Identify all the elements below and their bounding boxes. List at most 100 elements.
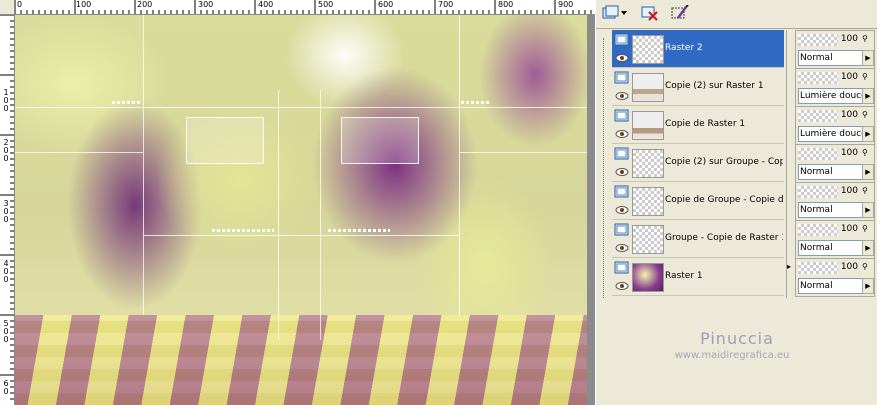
layer-properties: 100 ⚲ Normal ▶ [795, 144, 875, 183]
lock-icon[interactable]: ⚲ [862, 148, 868, 157]
opacity-slider[interactable] [798, 72, 838, 84]
frame-box-left [186, 117, 264, 164]
layer-thumbnail [632, 149, 664, 178]
blend-mode-dropdown-icon[interactable]: ▶ [862, 202, 874, 218]
ruler-top-label: 600 [378, 0, 394, 9]
layer-raster-icon [614, 223, 629, 252]
ruler-left-label: 100 [3, 88, 9, 113]
artwork-image[interactable] [15, 15, 587, 405]
blend-mode-dropdown-icon[interactable]: ▶ [862, 88, 874, 104]
layer-row[interactable]: Copie de Raster 1 [612, 106, 784, 144]
layer-thumbnail [632, 187, 664, 216]
layer-visibility-toggle[interactable] [614, 109, 630, 141]
opacity-slider[interactable] [798, 262, 838, 274]
new-layer-button[interactable] [600, 4, 630, 24]
layer-properties: 100 ⚲ Lumière douce ▶ [795, 106, 875, 145]
blend-mode-dropdown-icon[interactable]: ▶ [862, 240, 874, 256]
frame-line [15, 152, 143, 153]
layer-row[interactable]: Raster 2 [612, 30, 784, 68]
artwork-floor [15, 315, 587, 405]
layer-visibility-toggle[interactable] [614, 185, 630, 217]
layer-name: Copie de Groupe - Copie de [665, 195, 783, 205]
frame-line [143, 235, 459, 236]
lock-icon[interactable]: ⚲ [862, 72, 868, 81]
watermark-url: www.maidiregrafica.eu [674, 350, 790, 361]
layer-raster-icon [614, 33, 629, 62]
ruler-left-label: 300 [3, 199, 9, 224]
ruler-top-label: 400 [258, 0, 274, 9]
layer-thumbnail [632, 73, 664, 102]
layer-visibility-toggle[interactable] [614, 71, 630, 103]
blend-mode-select[interactable]: Normal [798, 202, 863, 218]
ruler-top-label: 200 [137, 0, 153, 9]
edit-selection-button[interactable] [670, 3, 690, 24]
lock-icon[interactable]: ⚲ [862, 186, 868, 195]
ruler-top-label: 500 [318, 0, 334, 9]
blend-mode-select[interactable]: Normal [798, 240, 863, 256]
blend-mode-dropdown-icon[interactable]: ▶ [862, 126, 874, 142]
dot-strip [112, 101, 142, 104]
frame-line [459, 15, 460, 315]
layer-raster-icon [614, 147, 629, 176]
opacity-value: 100 [840, 224, 858, 234]
layer-raster-icon [614, 261, 629, 290]
opacity-slider[interactable] [798, 34, 838, 46]
lock-icon[interactable]: ⚲ [862, 224, 868, 233]
layer-row[interactable]: Raster 1 [612, 258, 784, 296]
layer-properties-column: 100 ⚲ Normal ▶ 100 ⚲ Lumière douce ▶ 100… [795, 30, 877, 298]
watermark-title: Pinuccia [700, 329, 774, 348]
layer-raster-icon [614, 71, 629, 100]
blend-mode-select[interactable]: Normal [798, 50, 863, 66]
ruler-left-label: 60 [3, 379, 9, 396]
panel-splitter[interactable] [786, 30, 793, 298]
ruler-left-label: 500 [3, 319, 9, 344]
blend-mode-select[interactable]: Normal [798, 278, 863, 294]
layer-visibility-toggle[interactable] [614, 261, 630, 293]
blend-mode-dropdown-icon[interactable]: ▶ [862, 164, 874, 180]
opacity-value: 100 [840, 262, 858, 272]
layer-thumbnail [632, 263, 664, 292]
frame-line [278, 90, 279, 340]
layer-row[interactable]: Copie de Groupe - Copie de [612, 182, 784, 220]
layer-visibility-toggle[interactable] [614, 33, 630, 65]
splitter-arrow-icon[interactable]: ▸ [787, 262, 791, 271]
opacity-slider[interactable] [798, 186, 838, 198]
opacity-value: 100 [840, 110, 858, 120]
blend-mode-select[interactable]: Lumière douce [798, 126, 863, 142]
blend-mode-dropdown-icon[interactable]: ▶ [862, 278, 874, 294]
opacity-value: 100 [840, 148, 858, 158]
opacity-slider[interactable] [798, 148, 838, 160]
layer-name: Raster 2 [665, 43, 703, 53]
layer-name: Copie (2) sur Groupe - Copie [665, 157, 783, 167]
layer-properties: 100 ⚲ Normal ▶ [795, 30, 875, 69]
frame-line [15, 107, 587, 108]
layers-panel: Raster 2 Copie (2) sur Raster 1 Copie de… [595, 0, 877, 405]
layer-visibility-toggle[interactable] [614, 147, 630, 179]
ruler-top-label: 300 [198, 0, 214, 9]
layer-row[interactable]: Copie (2) sur Raster 1 [612, 68, 784, 106]
layer-row[interactable]: Copie (2) sur Groupe - Copie [612, 144, 784, 182]
lock-icon[interactable]: ⚲ [862, 34, 868, 43]
blend-mode-select[interactable]: Normal [798, 164, 863, 180]
layer-raster-icon [614, 185, 629, 214]
layer-thumbnail [632, 35, 664, 64]
image-canvas[interactable] [15, 15, 595, 405]
lock-icon[interactable]: ⚲ [862, 110, 868, 119]
opacity-value: 100 [840, 34, 858, 44]
blend-mode-select[interactable]: Lumière douce [798, 88, 863, 104]
layer-row[interactable]: Groupe - Copie de Raster 1 [612, 220, 784, 258]
blend-mode-dropdown-icon[interactable]: ▶ [862, 50, 874, 66]
ruler-left: 100 200 300 400 500 60 [0, 14, 15, 405]
new-layer-icon [602, 5, 628, 24]
layer-visibility-toggle[interactable] [614, 223, 630, 255]
opacity-slider[interactable] [798, 110, 838, 122]
ruler-top-label: 900 [558, 0, 574, 9]
lock-icon[interactable]: ⚲ [862, 262, 868, 271]
opacity-slider[interactable] [798, 224, 838, 236]
frame-line [143, 15, 144, 315]
delete-layer-button[interactable] [640, 4, 660, 24]
frame-line [320, 90, 321, 340]
edit-selection-icon [671, 3, 689, 24]
ruler-top: 0 100 200 300 400 500 600 700 800 900 [0, 0, 595, 15]
dot-strip [461, 101, 491, 104]
